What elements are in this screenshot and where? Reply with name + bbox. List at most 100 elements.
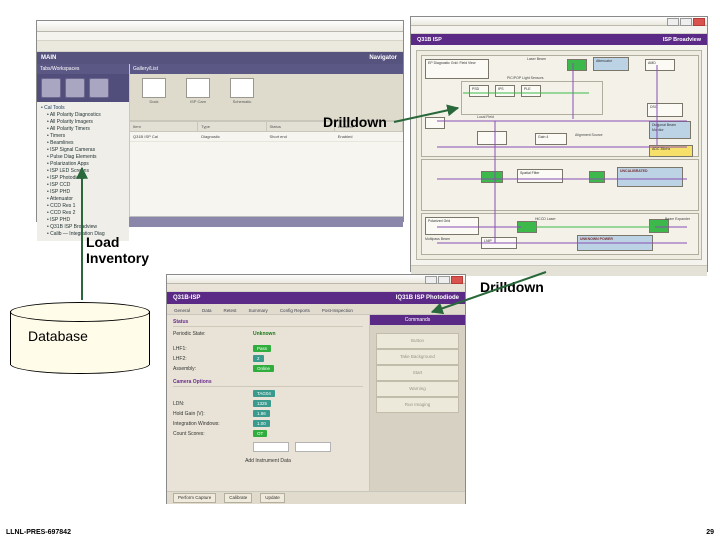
win3-menu[interactable] xyxy=(167,284,465,292)
footer-button[interactable]: Perform Capture xyxy=(173,493,216,503)
kv-row: Assembly: Online xyxy=(173,364,363,373)
close-button[interactable] xyxy=(693,18,705,26)
thumbnail[interactable]: Dock xyxy=(138,78,170,116)
command-button[interactable]: Run Imaging xyxy=(376,397,459,413)
kv-key: LDN: xyxy=(173,401,247,407)
footer-button[interactable]: Calibrate xyxy=(224,493,252,503)
kv-row: LHF1:Pass xyxy=(173,344,363,353)
command-button[interactable]: Take Background xyxy=(376,349,459,365)
tree-item[interactable]: • Beamlines xyxy=(41,140,125,147)
kv-value: 1325 xyxy=(253,400,271,407)
tree-item[interactable]: • All Polarity Diagnostics xyxy=(41,112,125,119)
win1-titlebar[interactable] xyxy=(37,21,403,32)
win3-titlebar[interactable] xyxy=(167,275,465,284)
win1-right-pane: Gallery/List DockISP CamSchematic ItemTy… xyxy=(130,64,403,216)
tree-item[interactable]: • Q31B ISP Broadview xyxy=(41,224,125,231)
kv-row: Hold Gain (V):1.86 xyxy=(173,409,363,418)
kv-value: Unknown xyxy=(253,331,276,337)
tree-item[interactable]: • ISP LED Screens xyxy=(41,168,125,175)
minimize-button[interactable] xyxy=(667,18,679,26)
tree-item[interactable]: • ISP PHD xyxy=(41,189,125,196)
kv-row: Count Scores: OT xyxy=(173,429,363,438)
win3-right-pane: Commands ButtonTake BackgroundStartWarni… xyxy=(370,315,465,491)
win1-tray xyxy=(37,74,129,102)
tree-item[interactable]: • All Polarity Timers xyxy=(41,126,125,133)
win1-main-left: MAIN xyxy=(41,52,56,64)
win1-menu[interactable] xyxy=(37,32,403,41)
win2-menu[interactable] xyxy=(411,26,707,34)
tray-button[interactable] xyxy=(41,78,61,98)
close-button[interactable] xyxy=(451,276,463,284)
kv-value: Online xyxy=(253,365,274,372)
win3-title-left: Q31B-ISP xyxy=(173,295,200,301)
navigator-tree[interactable]: • Cal Tools• All Polarity Diagnostics• A… xyxy=(37,102,129,241)
win2-titlebar[interactable] xyxy=(411,17,707,26)
footer-button[interactable]: Update xyxy=(260,493,285,503)
kv-row: TAG04 xyxy=(173,389,363,398)
thumbnail[interactable]: ISP Cam xyxy=(182,78,214,116)
kv-key: Assembly: xyxy=(173,366,247,372)
tray-button[interactable] xyxy=(89,78,109,98)
tree-item[interactable]: • All Polarity Imagers xyxy=(41,119,125,126)
table-row[interactable]: Q31B ISP CalDiagnosticShort endEnabled xyxy=(130,132,403,142)
kv-value: 1.00 xyxy=(253,420,270,427)
maximize-button[interactable] xyxy=(680,18,692,26)
thumbnail[interactable]: Schematic xyxy=(226,78,258,116)
tree-item[interactable]: • CCD Res 2 xyxy=(41,210,125,217)
tree-item[interactable]: • CCD Res 1 xyxy=(41,203,125,210)
tree-item[interactable]: • Timers xyxy=(41,133,125,140)
broadview-window: Q31B ISP ISP Broadview EP Diagnostic Gri… xyxy=(410,16,708,272)
kv-row: LHF2:2 xyxy=(173,354,363,363)
table-cell: Diagnostic xyxy=(198,132,266,141)
dropdown[interactable] xyxy=(295,442,331,452)
command-button[interactable]: Start xyxy=(376,365,459,381)
tree-item[interactable]: • Cal Tools xyxy=(41,105,125,112)
minimize-button[interactable] xyxy=(425,276,437,284)
section-header: Status xyxy=(173,319,363,327)
label-drilldown-2: Drilldown xyxy=(480,279,544,295)
command-button[interactable]: Button xyxy=(376,333,459,349)
maximize-button[interactable] xyxy=(438,276,450,284)
kv-value: 1.86 xyxy=(253,410,270,417)
tray-button[interactable] xyxy=(65,78,85,98)
win1-main-right: Navigator xyxy=(369,52,403,64)
dropdown[interactable] xyxy=(253,442,289,452)
command-button[interactable]: Warning xyxy=(376,381,459,397)
table-cell: Q31B ISP Cal xyxy=(130,132,198,141)
database-cylinder: Database xyxy=(10,302,148,374)
win1-left-pane: Tabs/Workspaces • Cal Tools• All Polarit… xyxy=(37,64,130,216)
win1-toolbar[interactable] xyxy=(37,41,403,52)
tab[interactable]: Retest xyxy=(221,307,240,314)
win1-table: ItemTypeStatusLocation Q31B ISP CalDiagn… xyxy=(130,121,403,216)
tab[interactable]: General xyxy=(171,307,193,314)
kv-value: OT xyxy=(253,430,267,437)
broadview-diagram[interactable]: EP Diagnostic Grid: Field View Attenuato… xyxy=(416,50,702,260)
add-instrument-button[interactable]: Add Instrument Data xyxy=(237,457,299,466)
detail-window: Q31B-ISP IQ31B ISP Photodiode General Dat… xyxy=(166,274,466,504)
tree-item[interactable]: • Attenuator xyxy=(41,196,125,203)
win3-tabs: General Data Retest Summary Config Reports Po… xyxy=(167,304,465,315)
tab[interactable]: Data xyxy=(199,307,215,314)
tree-item[interactable]: • Pulse Diag Elements xyxy=(41,154,125,161)
tree-item[interactable]: • ISP CCD xyxy=(41,182,125,189)
table-col-header: Item xyxy=(130,122,198,131)
tree-item[interactable]: • Polarization Apps xyxy=(41,161,125,168)
footer-page-number: 29 xyxy=(706,529,714,536)
win1-mainbar: MAIN Navigator xyxy=(37,52,403,64)
tab[interactable]: Config Reports xyxy=(277,307,313,314)
database-label: Database xyxy=(10,328,148,344)
tab[interactable]: Summary xyxy=(246,307,271,314)
tree-item[interactable]: • ISP Photodiode xyxy=(41,175,125,182)
win3-title-right: IQ31B ISP Photodiode xyxy=(396,295,459,301)
table-col-header: Type xyxy=(198,122,266,131)
tree-item[interactable]: • ISP Signal Cameras xyxy=(41,147,125,154)
win3-bottom-bar: Perform Capture Calibrate Update xyxy=(167,491,465,504)
kv-key: Periodic State: xyxy=(173,331,247,337)
kv-value: TAG04 xyxy=(253,390,275,397)
tree-item[interactable]: • ISP PHD xyxy=(41,217,125,224)
tab[interactable]: Post-Inspection xyxy=(319,307,356,314)
kv-key: Count Scores: xyxy=(173,431,247,437)
win3-left-pane: Status Periodic State:Unknown LHF1:PassL… xyxy=(167,315,370,491)
kv-row: Periodic State: Unknown xyxy=(173,329,363,338)
win2-header: Q31B ISP ISP Broadview xyxy=(411,34,707,45)
